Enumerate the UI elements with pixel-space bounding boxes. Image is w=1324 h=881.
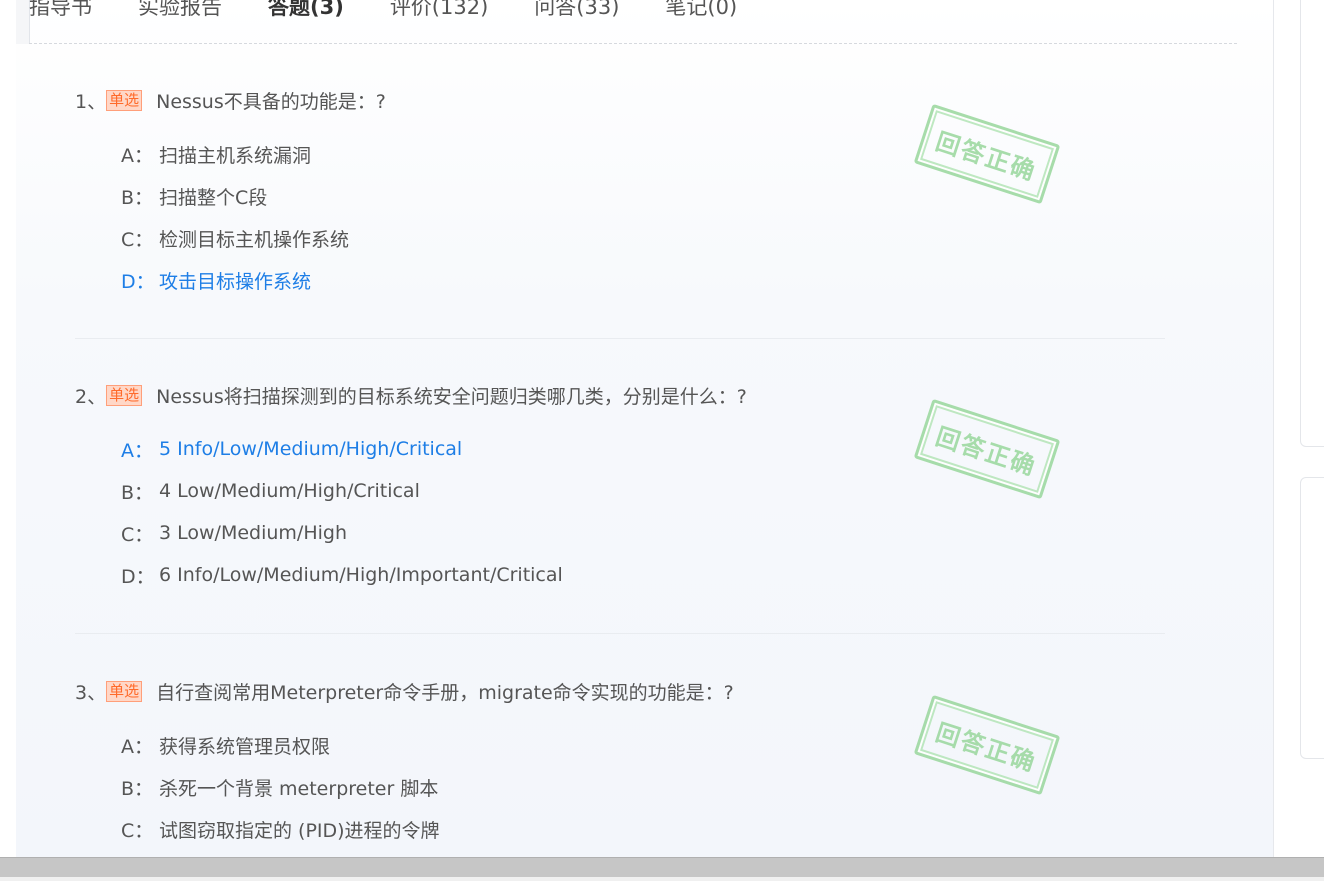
question-type-badge: 单选 xyxy=(106,384,143,406)
option-key: A： xyxy=(121,735,153,758)
option-b[interactable]: B： 扫描整个C段 xyxy=(121,183,267,209)
tab-qa[interactable]: 问答(33) xyxy=(534,0,619,21)
question-text: Nessus不具备的功能是：? xyxy=(156,90,386,113)
option-text: 扫描整个C段 xyxy=(159,186,268,209)
question-separator xyxy=(75,633,1165,634)
question-type-badge: 单选 xyxy=(106,680,143,702)
tab-report[interactable]: 实验报告 xyxy=(138,0,222,21)
option-c[interactable]: C： 3 Low/Medium/High xyxy=(121,520,347,546)
option-key: A： xyxy=(121,439,153,462)
option-a[interactable]: A： 5 Info/Low/Medium/High/Critical xyxy=(121,436,462,462)
question-number: 1、 xyxy=(75,90,107,113)
right-divider xyxy=(1273,0,1274,857)
panel-left-edge xyxy=(16,0,30,44)
question-header: 3、 单选 自行查阅常用Meterpreter命令手册，migrate命令实现的… xyxy=(75,678,734,704)
option-key: C： xyxy=(121,228,154,251)
option-key: B： xyxy=(121,481,154,504)
option-text: 5 Info/Low/Medium/High/Critical xyxy=(159,438,463,460)
option-text: 扫描主机系统漏洞 xyxy=(159,144,312,167)
question-header: 1、 单选 Nessus不具备的功能是：? xyxy=(75,87,386,113)
page: 指导书 实验报告 答题(3) 评价(132) 问答(33) 笔记(0) 1、 单… xyxy=(0,0,1324,881)
option-key: B： xyxy=(121,777,154,800)
question-header: 2、 单选 Nessus将扫描探测到的目标系统安全问题归类哪几类，分别是什么：? xyxy=(75,382,747,408)
option-a[interactable]: A： 扫描主机系统漏洞 xyxy=(121,141,311,167)
option-c[interactable]: C： 试图窃取指定的 (PID)进程的令牌 xyxy=(121,816,440,842)
option-b[interactable]: B： 4 Low/Medium/High/Critical xyxy=(121,478,420,504)
option-key: D： xyxy=(121,270,155,293)
option-key: C： xyxy=(121,819,154,842)
tab-notes[interactable]: 笔记(0) xyxy=(665,0,737,21)
option-text: 攻击目标操作系统 xyxy=(159,270,312,293)
option-key: B： xyxy=(121,186,154,209)
option-text: 3 Low/Medium/High xyxy=(159,522,347,544)
option-d[interactable]: D： 攻击目标操作系统 xyxy=(121,267,311,293)
question-number: 2、 xyxy=(75,385,107,408)
question-number: 3、 xyxy=(75,681,107,704)
tab-divider xyxy=(29,43,1237,44)
option-c[interactable]: C： 检测目标主机操作系统 xyxy=(121,225,349,251)
side-card-top xyxy=(1300,0,1324,447)
question-type-badge: 单选 xyxy=(106,89,143,111)
option-key: A： xyxy=(121,144,153,167)
tab-bar: 指导书 实验报告 答题(3) 评价(132) 问答(33) 笔记(0) xyxy=(29,0,783,26)
option-text: 杀死一个背景 meterpreter 脚本 xyxy=(159,777,439,800)
option-a[interactable]: A： 获得系统管理员权限 xyxy=(121,732,330,758)
option-text: 检测目标主机操作系统 xyxy=(159,228,350,251)
option-text: 试图窃取指定的 (PID)进程的令牌 xyxy=(159,819,440,842)
option-text: 4 Low/Medium/High/Critical xyxy=(159,480,420,502)
tab-reviews[interactable]: 评价(132) xyxy=(390,0,488,21)
question-text: Nessus将扫描探测到的目标系统安全问题归类哪几类，分别是什么：? xyxy=(156,385,747,408)
tab-guide[interactable]: 指导书 xyxy=(29,0,92,21)
question-separator xyxy=(75,338,1165,339)
option-text: 6 Info/Low/Medium/High/Important/Critica… xyxy=(159,564,563,586)
option-key: C： xyxy=(121,523,154,546)
bottom-edge xyxy=(0,877,1324,881)
main-panel xyxy=(16,0,1273,857)
option-key: D： xyxy=(121,565,155,588)
option-text: 获得系统管理员权限 xyxy=(159,735,331,758)
option-b[interactable]: B： 杀死一个背景 meterpreter 脚本 xyxy=(121,774,438,800)
option-d[interactable]: D： 6 Info/Low/Medium/High/Important/Crit… xyxy=(121,562,563,588)
tab-answers[interactable]: 答题(3) xyxy=(268,0,344,21)
question-text: 自行查阅常用Meterpreter命令手册，migrate命令实现的功能是：? xyxy=(156,681,734,704)
side-card-bottom xyxy=(1300,477,1324,759)
